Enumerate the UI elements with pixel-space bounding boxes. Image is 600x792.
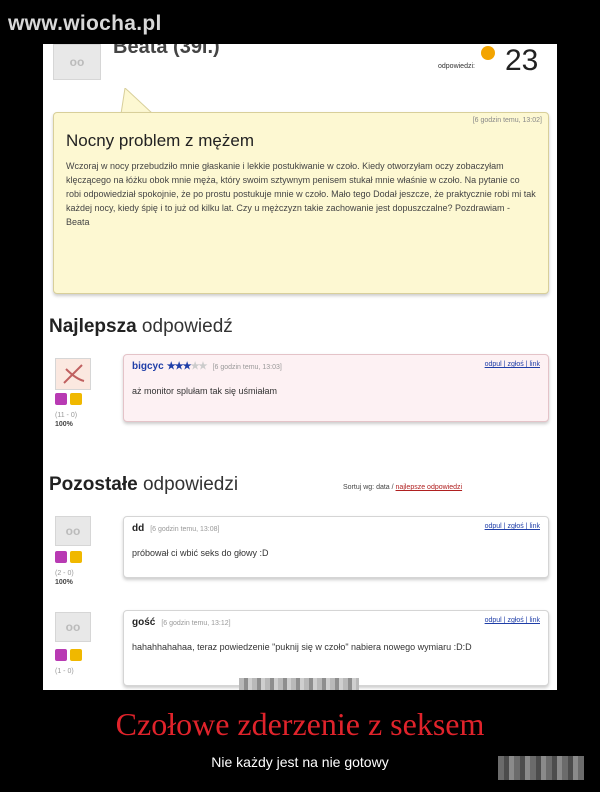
answer-2-votes: (1 - 0): [55, 668, 74, 675]
best-votes: (11 - 0): [55, 412, 78, 419]
pixelated-censor: [239, 678, 359, 690]
thumb-up-icon[interactable]: [55, 393, 67, 405]
other-answers-heading: Pozostałe odpowiedzi: [49, 474, 238, 496]
rank-stars-icon: ★★★★★: [166, 361, 208, 372]
answer-2-avatar: oo: [55, 612, 91, 642]
answer-1-text: próbował ci wbić seks do głowy :D: [132, 548, 269, 558]
answer-1-links[interactable]: odpul | zgłoś | link: [485, 523, 540, 530]
question-body: Wczoraj w nocy przebudziło mnie głaskani…: [66, 161, 536, 227]
question-box: [6 godzin temu, 13:02] Nocny problem z m…: [53, 112, 549, 294]
answer-1-votes: (2 - 0): [55, 570, 74, 577]
answer-2-author[interactable]: gość [6 godzin temu, 13:12]: [132, 617, 231, 628]
best-answer-heading: Najlepsza odpowiedź: [49, 316, 233, 338]
question-time: [6 godzin temu, 13:02]: [472, 117, 542, 124]
answer-1-vote-column: (2 - 0) 100%: [55, 550, 85, 586]
others-heading-bold: Pozostałe: [49, 474, 138, 495]
answer-1-percent: 100%: [55, 579, 73, 586]
bubble-tail-icon: [120, 88, 154, 114]
thumb-down-icon[interactable]: [70, 551, 82, 563]
answer-1-box: dd [6 godzin temu, 13:08] odpul | zgłoś |…: [123, 516, 549, 578]
poster-caption: Czołowe zderzenie z seksem: [115, 706, 485, 742]
best-author-avatar: [55, 358, 91, 390]
others-heading-rest: odpowiedzi: [137, 474, 239, 495]
site-watermark: www.wiocha.pl: [8, 12, 162, 35]
answer-2-links[interactable]: odpul | zgłoś | link: [485, 617, 540, 624]
thumb-up-icon[interactable]: [55, 551, 67, 563]
sort-prefix: Sortuj wg: data /: [343, 484, 396, 491]
answer-1-time: [6 godzin temu, 13:08]: [150, 526, 220, 533]
answer-2-text: hahahhahahaa, teraz powiedzenie "puknij …: [132, 642, 472, 652]
asker-avatar: oo: [53, 44, 101, 80]
best-author-name[interactable]: bigcyc: [132, 361, 164, 372]
answers-label: odpowiedzi:: [438, 63, 475, 70]
thumb-down-icon[interactable]: [70, 649, 82, 661]
question-title: Nocny problem z mężem: [66, 131, 255, 150]
best-vote-column: (11 - 0) 100%: [55, 392, 85, 428]
answers-count: 23: [505, 44, 539, 77]
answer-2-time: [6 godzin temu, 13:12]: [161, 620, 231, 627]
answer-1-avatar: oo: [55, 516, 91, 546]
answer-1-author[interactable]: dd [6 godzin temu, 13:08]: [132, 523, 220, 534]
answer-2-author-name[interactable]: gość: [132, 617, 155, 628]
answer-1-author-name[interactable]: dd: [132, 523, 144, 534]
best-answer-box: bigcyc ★★★★★ [6 godzin temu, 13:03] odpul …: [123, 354, 549, 422]
best-answer-author[interactable]: bigcyc ★★★★★ [6 godzin temu, 13:03]: [132, 361, 282, 372]
best-answer-text: aż monitor splułam tak się uśmiałam: [132, 386, 278, 396]
thumb-down-icon[interactable]: [70, 393, 82, 405]
best-heading-bold: Najlepsza: [49, 316, 137, 337]
best-answer-time: [6 godzin temu, 13:03]: [212, 364, 282, 371]
pixelated-logo: [498, 756, 584, 780]
best-heading-rest: odpowiedź: [136, 316, 233, 337]
question-header: oo Beata (39l.) odpowiedzi: 23: [43, 44, 557, 84]
asker-name: Beata (39l.): [113, 44, 220, 58]
sort-controls: Sortuj wg: data / najlepsze odpowiedzi: [343, 484, 462, 491]
sort-link-best[interactable]: najlepsze odpowiedzi: [396, 484, 463, 491]
best-answer-links[interactable]: odpul | zgłoś | link: [485, 361, 540, 368]
answer-2-box: gość [6 godzin temu, 13:12] odpul | zgłoś…: [123, 610, 549, 686]
screenshot-panel: oo Beata (39l.) odpowiedzi: 23 [6 godzin…: [43, 44, 557, 690]
answer-2-vote-column: (1 - 0): [55, 648, 85, 675]
thumb-up-icon[interactable]: [55, 649, 67, 661]
answers-badge-icon: [481, 46, 495, 60]
best-percent: 100%: [55, 421, 73, 428]
